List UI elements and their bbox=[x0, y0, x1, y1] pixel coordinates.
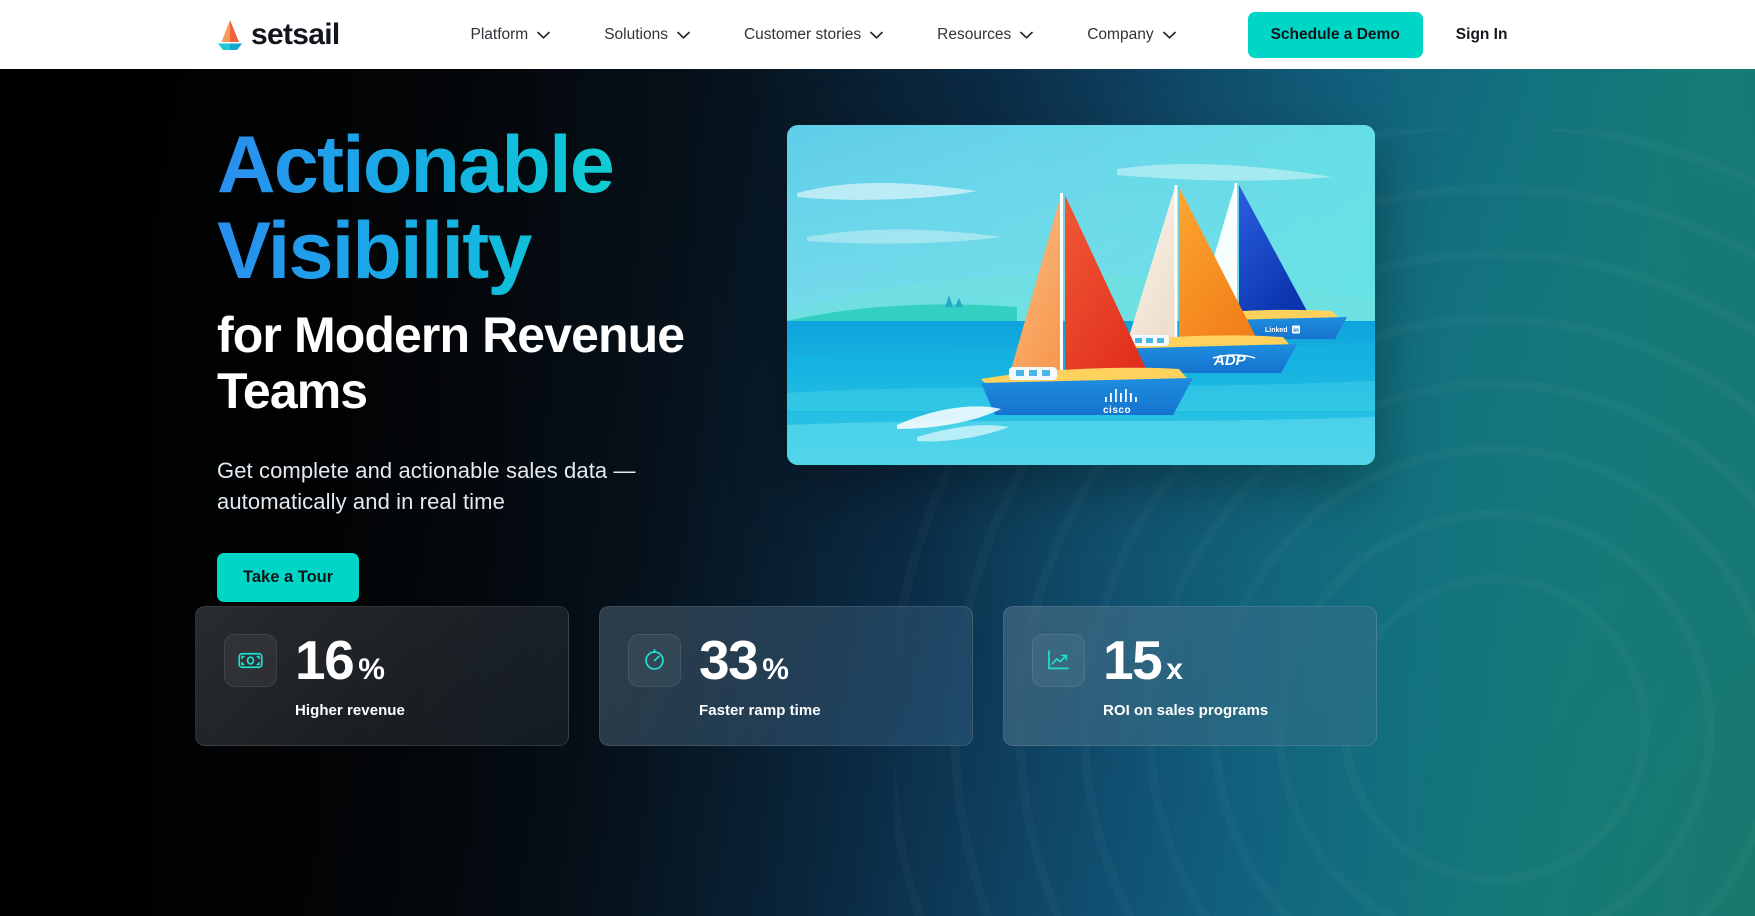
boat-logo-linkedin: Linked bbox=[1265, 327, 1288, 334]
stat-top: 16% bbox=[224, 633, 568, 688]
chevron-down-icon bbox=[537, 31, 551, 39]
headline-line-1: Actionable bbox=[217, 122, 837, 209]
site-header: setsail Platform Solutions Customer stor… bbox=[0, 0, 1755, 69]
chevron-down-icon bbox=[1162, 31, 1176, 39]
stat-label: ROI on sales programs bbox=[1103, 702, 1269, 719]
stat-top: 15 x bbox=[1032, 633, 1376, 688]
chevron-down-icon bbox=[870, 31, 883, 39]
headline-subtitle: for Modern Revenue Teams bbox=[217, 306, 685, 419]
stat-card-higher-revenue: 16% Higher revenue bbox=[195, 606, 569, 746]
stats-row: 16% Higher revenue 33 % Faster ramp time… bbox=[195, 606, 1377, 746]
nav-item-label: Customer stories bbox=[743, 25, 862, 43]
hero-content: Actionable Visibility for Modern Revenue… bbox=[0, 69, 1755, 916]
chevron-down-icon bbox=[677, 31, 690, 39]
stat-card-roi: 15 x ROI on sales programs bbox=[1003, 606, 1377, 746]
nav-item-company[interactable]: Company bbox=[1060, 16, 1202, 54]
brand-name: setsail bbox=[251, 17, 340, 51]
brand-logo[interactable]: setsail bbox=[217, 19, 340, 51]
chevron-down-icon bbox=[1020, 31, 1034, 39]
hero-section: Actionable Visibility for Modern Revenue… bbox=[0, 69, 1755, 916]
svg-text:in: in bbox=[1293, 327, 1299, 334]
main-nav: Platform Solutions Customer stories Reso… bbox=[444, 16, 1203, 54]
take-a-tour-button[interactable]: Take a Tour bbox=[217, 553, 360, 603]
header-actions: Schedule a Demo Sign In bbox=[1247, 11, 1508, 58]
trending-up-chart-icon bbox=[1032, 634, 1085, 687]
nav-item-label: Platform bbox=[470, 25, 529, 43]
money-bill-icon bbox=[224, 634, 277, 687]
stat-number: 16 bbox=[295, 629, 355, 691]
stat-unit: % bbox=[358, 653, 385, 686]
stat-top: 33% bbox=[628, 633, 972, 688]
stat-unit: x bbox=[1166, 653, 1183, 686]
stat-unit: % bbox=[762, 653, 789, 686]
hero-illustration: Linked in ADP cisco bbox=[787, 125, 1375, 465]
nav-item-label: Resources bbox=[937, 25, 1012, 43]
stat-label: Faster ramp time bbox=[699, 702, 821, 719]
nav-item-customer-stories[interactable]: Customer stories bbox=[717, 16, 910, 54]
nav-item-label: Company bbox=[1087, 25, 1154, 43]
svg-text:cisco: cisco bbox=[1103, 405, 1131, 416]
sailboat-icon bbox=[217, 19, 243, 51]
stat-value: 15 x bbox=[1103, 629, 1183, 691]
stat-number: 33 bbox=[699, 629, 759, 691]
stat-number: 15 bbox=[1103, 629, 1163, 691]
stat-value: 33% bbox=[699, 629, 789, 691]
page-title: Actionable Visibility for Modern Revenue… bbox=[217, 69, 837, 419]
schedule-demo-button[interactable]: Schedule a Demo bbox=[1247, 11, 1423, 58]
stat-card-faster-ramp-time: 33% Faster ramp time bbox=[599, 606, 973, 746]
nav-item-platform[interactable]: Platform bbox=[444, 16, 578, 54]
stat-value: 16% bbox=[295, 629, 385, 691]
nav-item-label: Solutions bbox=[604, 25, 668, 43]
stopwatch-icon bbox=[628, 634, 681, 687]
headline-line-2: Visibility bbox=[217, 208, 837, 295]
nav-item-resources[interactable]: Resources bbox=[910, 16, 1060, 54]
hero-description: Get complete and actionable sales data —… bbox=[217, 457, 636, 514]
stat-label: Higher revenue bbox=[295, 702, 405, 719]
nav-item-solutions[interactable]: Solutions bbox=[577, 16, 717, 54]
sign-in-link[interactable]: Sign In bbox=[1456, 26, 1508, 44]
page-root: setsail Platform Solutions Customer stor… bbox=[0, 0, 1755, 916]
